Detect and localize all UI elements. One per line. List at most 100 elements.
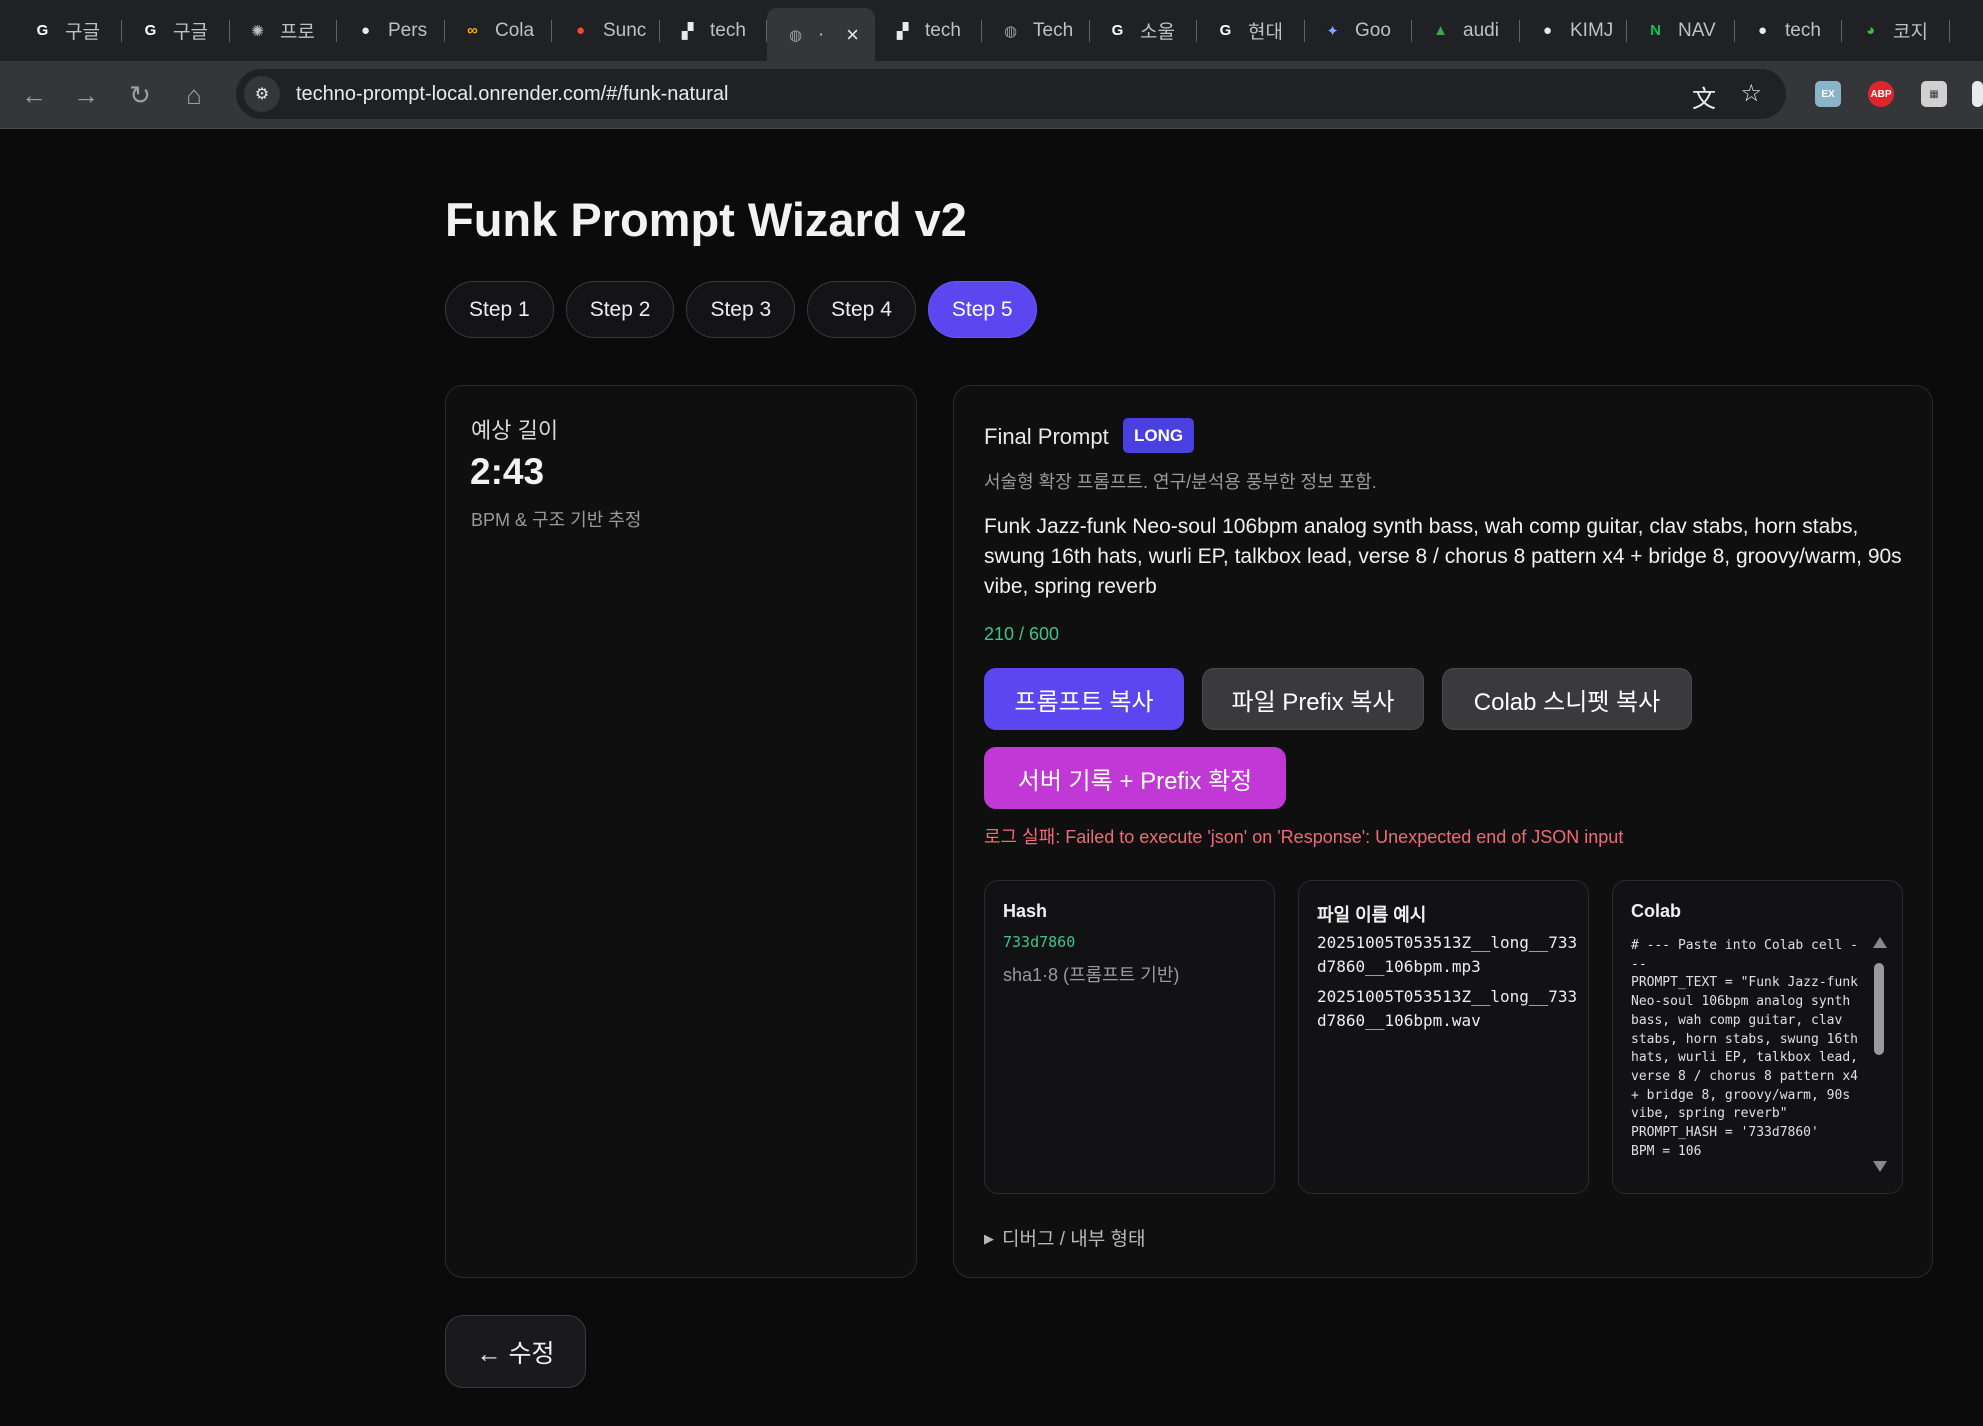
browser-tab[interactable]: ● Pers xyxy=(337,10,445,51)
scroll-down-icon[interactable] xyxy=(1873,1161,1887,1172)
step-3-button[interactable]: Step 3 xyxy=(686,281,796,338)
step-5-button[interactable]: Step 5 xyxy=(927,281,1037,338)
browser-tab[interactable]: ✦ Goo xyxy=(1304,10,1412,51)
tab-label: 현대 xyxy=(1248,22,1283,43)
tab-label: KIMJ xyxy=(1570,19,1614,41)
filename-mp3: 20251005T053513Z__long__733d7860__106bpm… xyxy=(1317,933,1578,976)
browser-toolbar: ← → ↻ ⌂ ⚙ techno-prompt-local.onrender.c… xyxy=(0,61,1983,129)
tab-label: Goo xyxy=(1355,19,1391,41)
site-info-icon[interactable]: ⚙ xyxy=(244,76,280,112)
browser-tab[interactable]: N NAV xyxy=(1627,10,1735,51)
tab-favicon-icon: ● xyxy=(575,22,586,39)
tab-label: Pers xyxy=(388,19,428,41)
tab-label: 프로 xyxy=(280,22,315,43)
estimated-length-value: 2:43 xyxy=(470,451,545,492)
tab-label: 코지 xyxy=(1893,22,1928,43)
tab-favicon-icon: ▞ xyxy=(896,22,909,40)
browser-tab[interactable]: ● KIMJ xyxy=(1519,10,1627,51)
extension-icon[interactable]: EX xyxy=(1815,81,1841,107)
step-1-button[interactable]: Step 1 xyxy=(445,281,554,338)
tab-label: · xyxy=(818,23,825,45)
adblock-icon[interactable]: ABP xyxy=(1868,81,1894,107)
hash-value: 733d7860 xyxy=(1003,933,1076,951)
final-prompt-card: Final Prompt LONG 서술형 확장 프롬프트. 연구/분석용 풍부… xyxy=(953,385,1933,1278)
debug-label: 디버그 / 내부 형태 xyxy=(1002,1229,1146,1250)
browser-tab[interactable]: ✺ 프로 xyxy=(229,10,337,51)
home-icon[interactable]: ⌂ xyxy=(176,77,212,113)
edit-back-button[interactable]: ← 수정 xyxy=(445,1315,586,1388)
tab-label: 구글 xyxy=(65,22,100,43)
length-badge: LONG xyxy=(1123,418,1195,453)
tab-favicon-icon: ◍ xyxy=(788,26,803,44)
tab-favicon-icon: G xyxy=(1111,22,1124,39)
extension-icon[interactable] xyxy=(1972,81,1983,107)
address-bar[interactable]: ⚙ techno-prompt-local.onrender.com/#/fun… xyxy=(236,69,1786,119)
final-prompt-description: 서술형 확장 프롬프트. 연구/분석용 풍부한 정보 포함. xyxy=(984,472,1377,492)
arrow-left-icon[interactable]: ← xyxy=(16,77,52,113)
server-log-button[interactable]: 서버 기록 + Prefix 확정 xyxy=(984,747,1286,809)
tab-favicon-icon: G xyxy=(36,22,49,39)
tab-divider xyxy=(1949,20,1950,42)
step-nav: Step 1 Step 2 Step 3 Step 4 Step 5 xyxy=(445,281,1037,338)
character-count: 210 / 600 xyxy=(984,624,1060,644)
tab-favicon-icon: N xyxy=(1650,22,1661,39)
browser-tab[interactable]: ∞ Cola xyxy=(444,10,552,51)
tab-favicon-icon: ● xyxy=(1757,22,1768,39)
tab-label: tech xyxy=(710,19,746,41)
tab-label: Sunc xyxy=(603,19,647,41)
filename-wav: 20251005T053513Z__long__733d7860__106bpm… xyxy=(1317,987,1578,1030)
translate-icon[interactable]: 文 xyxy=(1692,79,1716,114)
browser-tab[interactable]: ▲ audi xyxy=(1412,10,1520,51)
close-tab-icon[interactable]: × xyxy=(846,22,859,48)
copy-prefix-button[interactable]: 파일 Prefix 복사 xyxy=(1202,668,1424,730)
browser-tab[interactable]: G 현대 xyxy=(1197,10,1305,51)
browser-tab[interactable]: ● Sunc xyxy=(552,10,660,51)
tab-favicon-icon: ● xyxy=(1542,22,1553,39)
page-content: Funk Prompt Wizard v2 Step 1 Step 2 Step… xyxy=(0,130,1983,1426)
hash-panel: Hash 733d7860 sha1·8 (프롬프트 기반) xyxy=(984,880,1275,1194)
tab-favicon-icon: G xyxy=(1219,22,1232,39)
browser-tab[interactable]: ▞ tech xyxy=(659,10,767,51)
tab-label: tech xyxy=(1785,19,1821,41)
tab-label: 소울 xyxy=(1140,22,1175,43)
copy-colab-button[interactable]: Colab 스니펫 복사 xyxy=(1442,668,1692,730)
tab-label: tech xyxy=(925,19,961,41)
browser-tab[interactable]: G 소울 xyxy=(1089,10,1197,51)
debug-toggle[interactable]: ▶ 디버그 / 내부 형태 xyxy=(984,1224,1145,1251)
copy-prompt-button[interactable]: 프롬프트 복사 xyxy=(984,668,1184,730)
reload-icon[interactable]: ↻ xyxy=(122,77,158,113)
browser-tab[interactable]: ● tech xyxy=(1734,10,1842,51)
browser-tab[interactable]: ▞ tech xyxy=(874,10,982,51)
arrow-right-icon[interactable]: → xyxy=(68,77,104,113)
browser-tab[interactable]: G 구글 xyxy=(14,10,122,51)
step-4-button[interactable]: Step 4 xyxy=(807,281,916,338)
url-text[interactable]: techno-prompt-local.onrender.com/#/funk-… xyxy=(296,83,728,106)
browser-tab[interactable]: G 구글 xyxy=(122,10,230,51)
tab-favicon-icon: ◕ xyxy=(1865,22,1876,39)
star-icon[interactable]: ☆ xyxy=(1740,79,1762,108)
browser-tab[interactable]: ◍ · × xyxy=(767,8,875,61)
estimated-length-card: 예상 길이 2:43 BPM & 구조 기반 추정 xyxy=(445,385,917,1278)
browser-tab-strip: G 구글 G 구글 ✺ 프로 ● Pers ∞ Cola ● Sunc ▞ tech ◍ · × ▞ tech ◍ Te… xyxy=(0,0,1983,61)
triangle-right-icon: ▶ xyxy=(984,1231,994,1246)
tab-favicon-icon: ✦ xyxy=(1326,22,1339,40)
tab-favicon-icon: G xyxy=(144,22,157,39)
tab-favicon-icon: ▞ xyxy=(681,22,694,40)
page-title: Funk Prompt Wizard v2 xyxy=(445,193,967,246)
tab-favicon-icon: ∞ xyxy=(467,22,478,39)
browser-tab[interactable]: ◍ Tech xyxy=(982,10,1090,51)
scrollbar-thumb[interactable] xyxy=(1874,963,1884,1055)
colab-title: Colab xyxy=(1631,901,1682,921)
tab-favicon-icon: ✺ xyxy=(251,22,264,40)
browser-tab[interactable]: ◕ 코지 xyxy=(1842,10,1950,51)
step-2-button[interactable]: Step 2 xyxy=(565,281,675,338)
scroll-up-icon[interactable] xyxy=(1873,937,1887,948)
final-prompt-title: Final Prompt xyxy=(984,424,1109,449)
colab-code[interactable]: # --- Paste into Colab cell --- PROMPT_T… xyxy=(1631,937,1859,1177)
tab-label: 구글 xyxy=(173,22,208,43)
extension-icon[interactable]: ▦ xyxy=(1921,81,1947,107)
tab-label: audi xyxy=(1463,19,1499,41)
tab-favicon-icon: ◍ xyxy=(1003,22,1018,40)
tab-favicon-icon: ● xyxy=(360,22,371,39)
filename-title: 파일 이름 예시 xyxy=(1317,905,1427,925)
